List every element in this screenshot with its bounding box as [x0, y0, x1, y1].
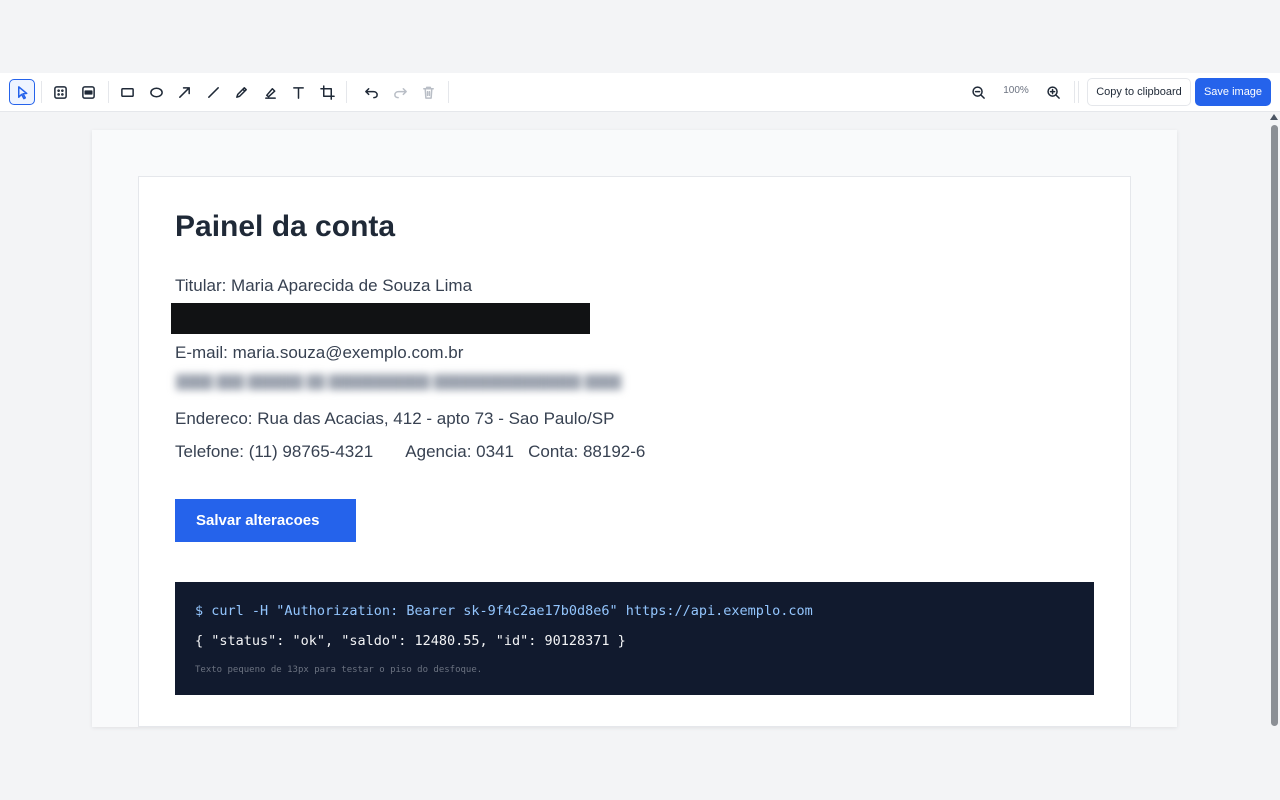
- select-tool[interactable]: [9, 79, 35, 105]
- phone-account-line: Telefone: (11) 98765-4321 Agencia: 0341 …: [175, 442, 646, 461]
- text-icon: [292, 86, 304, 99]
- pencil-icon: [235, 86, 247, 98]
- zoom-in-button[interactable]: [1040, 79, 1066, 105]
- page-title: Painel da conta: [175, 210, 396, 243]
- pen-tool[interactable]: [228, 79, 254, 105]
- rectangle-tool[interactable]: [114, 79, 140, 105]
- curl-command: $ curl -H "Authorization: Bearer sk-9f4c…: [195, 603, 813, 619]
- arrow-tool[interactable]: [171, 79, 197, 105]
- code-block: $ curl -H "Authorization: Bearer sk-9f4c…: [175, 582, 1094, 695]
- line-icon: [207, 86, 219, 98]
- email-line: E-mail: maria.souza@exemplo.com.br: [175, 343, 464, 362]
- scroll-up-icon[interactable]: [1270, 114, 1278, 120]
- blur-icon: [53, 85, 67, 99]
- undo-icon: [364, 87, 378, 98]
- crop-tool[interactable]: [314, 79, 340, 105]
- highlighter-tool[interactable]: [257, 79, 283, 105]
- copy-to-clipboard-button[interactable]: Copy to clipboard: [1087, 78, 1191, 106]
- undo-button[interactable]: [358, 79, 384, 105]
- highlighter-icon: [264, 87, 276, 99]
- blur-tool[interactable]: [47, 79, 73, 105]
- zoom-level: 100%: [1003, 85, 1029, 96]
- toolbar-divider: [41, 81, 42, 103]
- delete-button[interactable]: [415, 79, 441, 105]
- trash-icon: [422, 86, 434, 99]
- redact-tool[interactable]: [75, 79, 101, 105]
- blurred-region[interactable]: ████ ███ ██████ ██ ███████████ █████████…: [176, 374, 621, 389]
- save-changes-button: Salvar alteracoes: [175, 499, 356, 542]
- redact-icon: [81, 85, 95, 99]
- scrollbar-thumb[interactable]: [1271, 125, 1278, 726]
- toolbar-divider: [448, 81, 449, 103]
- ellipse-icon: [149, 87, 163, 97]
- json-response: { "status": "ok", "saldo": 12480.55, "id…: [195, 633, 626, 649]
- toolbar-divider: [346, 81, 347, 103]
- zoom-out-button[interactable]: [965, 79, 991, 105]
- redaction-box[interactable]: [171, 303, 590, 334]
- crop-icon: [319, 84, 335, 100]
- line-tool[interactable]: [200, 79, 226, 105]
- ellipse-tool[interactable]: [143, 79, 169, 105]
- redo-icon: [393, 87, 407, 98]
- redo-button[interactable]: [387, 79, 413, 105]
- toolbar-divider: [108, 81, 109, 103]
- save-image-button[interactable]: Save image: [1195, 78, 1271, 106]
- account-holder: Titular: Maria Aparecida de Souza Lima: [175, 276, 473, 295]
- small-text-note: Texto pequeno de 13px para testar o piso…: [195, 665, 483, 675]
- toolbar-divider: [1074, 81, 1075, 103]
- address-line: Endereco: Rua das Acacias, 412 - apto 73…: [175, 409, 615, 428]
- rectangle-icon: [120, 87, 134, 97]
- toolbar-divider: [1078, 81, 1079, 103]
- pointer-icon: [17, 85, 27, 99]
- arrow-icon: [178, 86, 190, 98]
- zoom-out-icon: [971, 85, 985, 99]
- editor-toolbar: 100% Copy to clipboard Save image: [0, 73, 1280, 112]
- zoom-in-icon: [1046, 85, 1060, 99]
- text-tool[interactable]: [285, 79, 311, 105]
